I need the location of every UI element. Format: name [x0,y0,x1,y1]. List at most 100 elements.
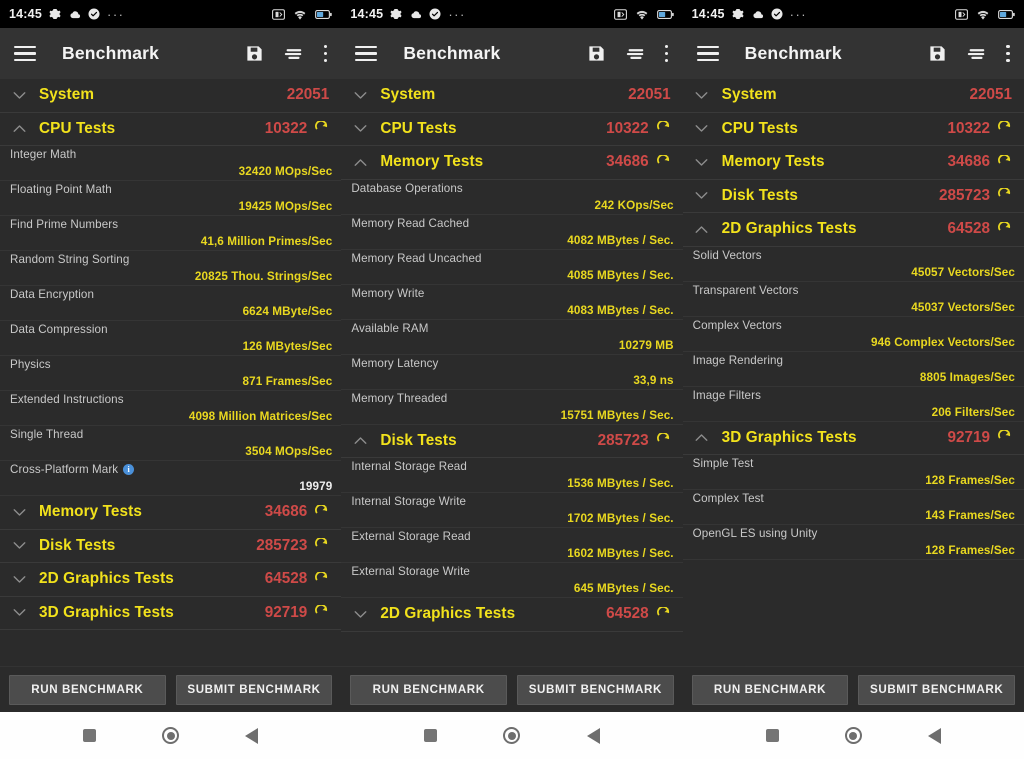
back-triangle-icon[interactable] [586,727,600,744]
hamburger-menu-icon[interactable] [355,45,378,62]
category-row-system[interactable]: System 22051 [0,79,342,113]
test-row[interactable]: Memory Write 4083 MBytes / Sec. [341,284,683,320]
benchmark-list[interactable]: System 22051 CPU Tests 10322 Memory Test… [341,79,683,666]
overflow-menu-icon[interactable] [664,44,669,63]
test-row[interactable]: Data Encryption 6624 MByte/Sec [0,286,342,321]
chevron-up-icon[interactable] [691,433,713,442]
chevron-down-icon[interactable] [691,124,713,133]
run-benchmark-button[interactable]: RUN BENCHMARK [9,674,166,705]
chevron-down-icon[interactable] [8,91,30,100]
refresh-icon[interactable] [314,604,329,620]
test-row[interactable]: External Storage Write 645 MBytes / Sec. [341,563,683,598]
submit-benchmark-button[interactable]: SUBMIT BENCHMARK [858,674,1015,705]
category-row-cpu[interactable]: CPU Tests 10322 [0,112,342,146]
refresh-icon[interactable] [314,120,329,136]
refresh-icon[interactable] [314,570,329,587]
test-row[interactable]: External Storage Read 1602 MBytes / Sec. [341,528,683,563]
refresh-icon[interactable] [314,503,329,520]
refresh-icon[interactable] [656,153,671,170]
test-row[interactable]: Solid Vectors 45057 Vectors/Sec [682,246,1024,282]
test-row[interactable]: Memory Read Uncached 4085 MBytes / Sec. [341,249,683,285]
category-row-memory[interactable]: Memory Tests 34686 [0,496,342,530]
refresh-icon[interactable] [997,120,1012,136]
chevron-up-icon[interactable] [349,158,371,167]
run-benchmark-button[interactable]: RUN BENCHMARK [350,674,507,705]
category-row-system[interactable]: System 22051 [341,79,683,113]
save-icon[interactable] [245,44,264,63]
hamburger-menu-icon[interactable] [14,45,36,62]
test-row[interactable]: Find Prime Numbers 41,6 Million Primes/S… [0,216,342,251]
home-circle-icon[interactable] [162,727,180,744]
refresh-icon[interactable] [997,429,1012,445]
refresh-icon[interactable] [656,432,671,448]
test-row[interactable]: Random String Sorting 20825 Thou. String… [0,251,342,286]
test-row[interactable]: Complex Vectors 946 Complex Vectors/Sec [682,316,1024,352]
category-row-cpu[interactable]: CPU Tests 10322 [341,112,683,146]
sort-icon[interactable] [284,47,303,60]
info-icon[interactable]: i [123,464,135,475]
home-circle-icon[interactable] [503,727,521,744]
category-row-disk[interactable]: Disk Tests 285723 [341,424,683,458]
chevron-down-icon[interactable] [8,575,30,584]
refresh-icon[interactable] [997,153,1012,170]
category-row-disk[interactable]: Disk Tests 285723 [682,179,1024,213]
test-row[interactable]: Transparent Vectors 45037 Vectors/Sec [682,281,1024,317]
chevron-down-icon[interactable] [691,191,713,200]
test-row[interactable]: Physics 871 Frames/Sec [0,356,342,391]
category-row-gfx2d[interactable]: 2D Graphics Tests 64528 [341,598,683,632]
sort-icon[interactable] [967,47,986,60]
test-row[interactable]: Memory Read Cached 4082 MBytes / Sec. [341,214,683,250]
test-row[interactable]: Memory Latency 33,9 ns [341,354,683,390]
save-icon[interactable] [587,44,606,63]
test-row[interactable]: Internal Storage Read 1536 MBytes / Sec. [341,458,683,493]
category-row-gfx3d[interactable]: 3D Graphics Tests 92719 [682,421,1024,455]
category-row-memory[interactable]: Memory Tests 34686 [682,146,1024,180]
submit-benchmark-button[interactable]: SUBMIT BENCHMARK [175,674,333,705]
chevron-up-icon[interactable] [8,124,30,133]
chevron-down-icon[interactable] [8,608,30,617]
refresh-icon[interactable] [997,220,1012,237]
test-row[interactable]: Available RAM 10279 MB [341,319,683,355]
test-row[interactable]: Single Thread 3504 MOps/Sec [0,426,342,461]
category-row-system[interactable]: System 22051 [682,79,1024,113]
overflow-menu-icon[interactable] [323,44,328,63]
test-row[interactable]: Complex Test 143 Frames/Sec [682,490,1024,525]
back-triangle-icon[interactable] [245,727,259,744]
refresh-icon[interactable] [656,605,671,622]
category-row-gfx2d[interactable]: 2D Graphics Tests 64528 [682,213,1024,247]
test-row[interactable]: Data Compression 126 MBytes/Sec [0,321,342,356]
test-row[interactable]: Integer Math 32420 MOps/Sec [0,146,342,181]
test-row[interactable]: Floating Point Math 19425 MOps/Sec [0,181,342,216]
chevron-up-icon[interactable] [349,436,371,445]
refresh-icon[interactable] [997,187,1012,203]
benchmark-list[interactable]: System 22051 CPU Tests 10322 Integer Mat… [0,79,342,666]
hamburger-menu-icon[interactable] [696,45,719,62]
overflow-menu-icon[interactable] [1006,44,1010,63]
refresh-icon[interactable] [314,537,329,553]
save-icon[interactable] [928,44,947,63]
benchmark-list[interactable]: System 22051 CPU Tests 10322 Memory Test… [682,79,1024,666]
test-row[interactable]: Cross-Platform Mark i 19979 [0,461,342,496]
submit-benchmark-button[interactable]: SUBMIT BENCHMARK [517,674,674,705]
chevron-down-icon[interactable] [8,541,30,550]
chevron-down-icon[interactable] [349,610,371,619]
recents-square-icon[interactable] [424,729,438,742]
category-row-gfx2d[interactable]: 2D Graphics Tests 64528 [0,563,342,597]
test-row[interactable]: Memory Threaded 15751 MBytes / Sec. [341,389,683,425]
test-row[interactable]: Image Rendering 8805 Images/Sec [682,351,1024,387]
test-row[interactable]: Extended Instructions 4098 Million Matri… [0,391,342,426]
chevron-down-icon[interactable] [349,124,371,133]
sort-icon[interactable] [626,47,645,60]
category-row-memory[interactable]: Memory Tests 34686 [341,146,683,180]
chevron-up-icon[interactable] [691,225,713,234]
test-row[interactable]: Database Operations 242 KOps/Sec [341,179,683,215]
back-triangle-icon[interactable] [927,727,941,744]
chevron-down-icon[interactable] [8,508,30,517]
category-row-disk[interactable]: Disk Tests 285723 [0,529,342,563]
test-row[interactable]: Image Filters 206 Filters/Sec [682,386,1024,422]
recents-square-icon[interactable] [83,729,97,742]
run-benchmark-button[interactable]: RUN BENCHMARK [691,674,849,705]
chevron-down-icon[interactable] [691,158,713,167]
category-row-cpu[interactable]: CPU Tests 10322 [682,112,1024,146]
refresh-icon[interactable] [656,120,671,136]
